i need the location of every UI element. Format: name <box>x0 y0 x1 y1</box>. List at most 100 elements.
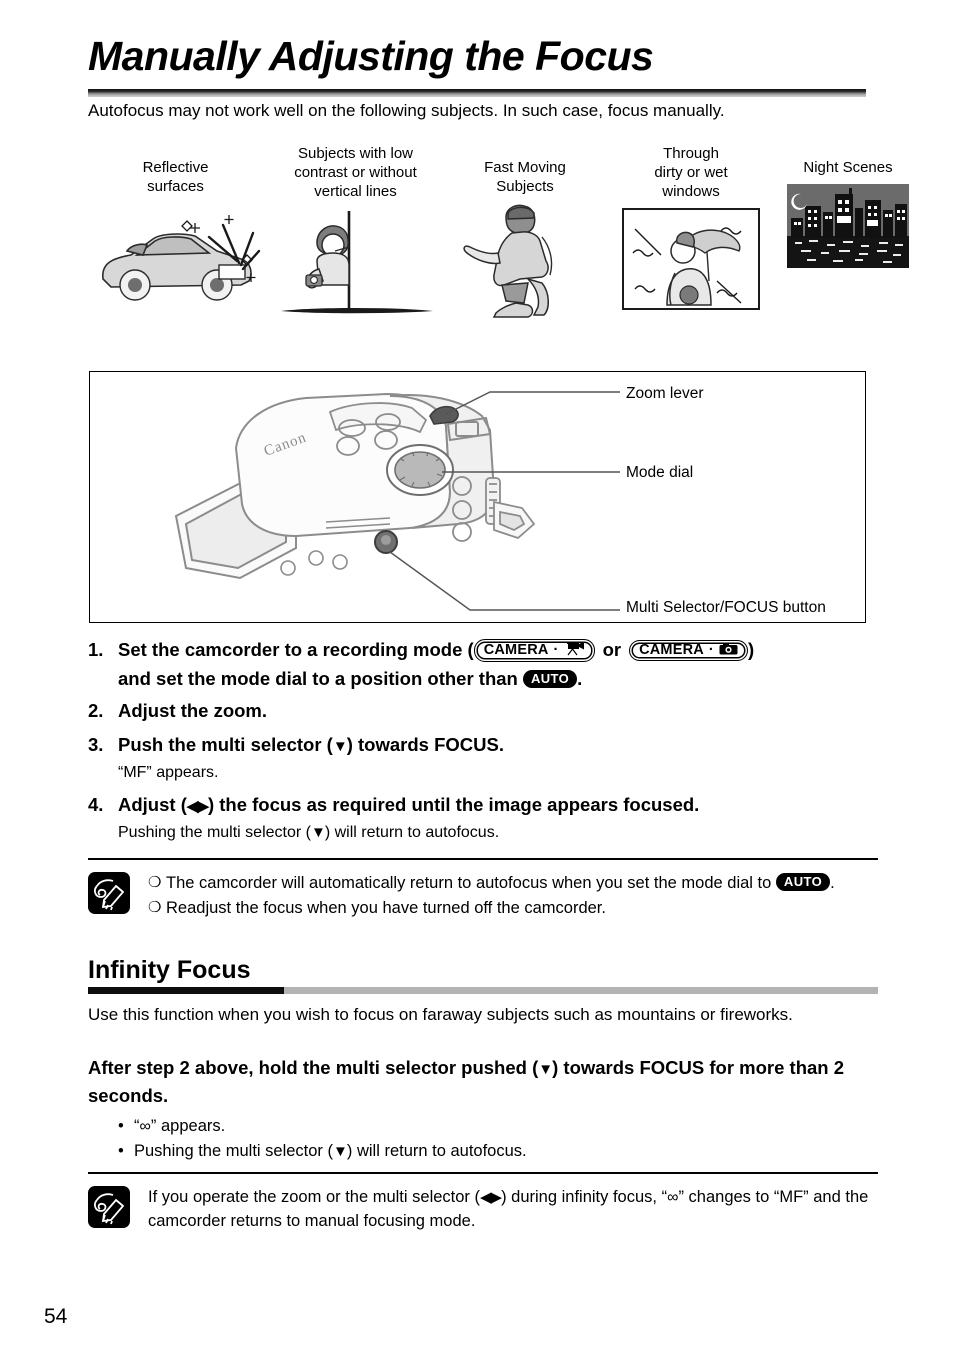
bullet-text: Pushing the multi selector (▼) will retu… <box>134 1139 527 1164</box>
step-or-text: or <box>602 639 622 660</box>
bullet-text: “∞” appears. <box>134 1114 225 1139</box>
down-arrow-icon: ▼ <box>310 823 326 841</box>
left-right-arrow-icon: ◀▶ <box>480 1188 502 1206</box>
substep-after: ) will return to autofocus. <box>324 823 500 841</box>
step-line2-before: and set the mode dial to a position othe… <box>118 667 518 689</box>
subject-example-item: Through dirty or wet windows <box>616 145 766 311</box>
intro-text: Autofocus may not work well on the follo… <box>88 101 725 120</box>
subject-caption: Night Scenes <box>803 159 893 176</box>
section-divider <box>88 986 878 994</box>
step-text: Push the multi selector (▼) towards FOCU… <box>118 731 888 760</box>
infinity-instruction: After step 2 above, hold the multi selec… <box>88 1054 858 1110</box>
note-text-mid: ) during infinity focus, “ <box>501 1187 668 1206</box>
section-title: Infinity Focus <box>88 956 251 984</box>
note-bullet: ❍ <box>148 898 162 916</box>
step-3: 3. Push the multi selector (▼) towards F… <box>88 731 888 784</box>
page-title: Manually Adjusting the Focus <box>88 33 654 79</box>
note-item-text: The camcorder will automatically return … <box>166 872 878 896</box>
step-4: 4. Adjust (◀▶) the focus as required unt… <box>88 791 888 844</box>
note-item: ❍ Readjust the focus when you have turne… <box>148 897 878 921</box>
page-number: 54 <box>44 1305 68 1328</box>
substep-before: Pushing the multi selector ( <box>118 823 311 841</box>
step-subtext: “MF” appears. <box>118 763 219 781</box>
note-box-top: ❍ The camcorder will automatically retur… <box>88 858 878 921</box>
left-right-arrow-icon: ◀▶ <box>186 797 209 815</box>
bullet-text-before: Pushing the multi selector ( <box>134 1141 334 1160</box>
step-2: 2. Adjust the zoom. <box>88 697 888 726</box>
person-behind-pole-illustration <box>273 207 438 319</box>
note-item: ❍ The camcorder will automatically retur… <box>148 872 878 896</box>
bullet-marker: • <box>118 1141 124 1160</box>
step-text-after: ) towards FOCUS. <box>346 734 504 756</box>
infinity-symbol: ∞ <box>667 1188 679 1206</box>
step-number: 3. <box>88 734 104 756</box>
night-city-skyline-illustration <box>778 183 918 268</box>
note-item-text: Readjust the focus when you have turned … <box>166 898 606 917</box>
badge-label: CAMERA <box>483 642 549 658</box>
subject-example-item: Night Scenes <box>778 159 918 268</box>
down-arrow-icon: ▼ <box>538 1061 553 1079</box>
note-text-before: If you operate the zoom or the multi sel… <box>148 1187 480 1206</box>
callout-multi-selector: Multi Selector/FOCUS button <box>626 599 826 616</box>
camera-still-mode-badge: CAMERA · <box>629 639 748 662</box>
callout-mode-dial: Mode dial <box>626 464 694 481</box>
still-camera-icon <box>719 642 738 660</box>
umbrella-through-window-illustration <box>616 207 766 311</box>
bullet-item: • Pushing the multi selector (▼) will re… <box>118 1139 878 1164</box>
step-text-after: ) the focus as required until the image … <box>207 793 700 815</box>
camera-movie-mode-badge: CAMERA · <box>473 638 595 663</box>
note-text-after: . <box>830 873 835 892</box>
step-text-before: Push the multi selector ( <box>118 734 333 756</box>
infinity-focus-section: Infinity Focus Use this function when yo… <box>88 956 878 1164</box>
manual-page: Manually Adjusting the Focus Autofocus m… <box>0 0 954 1357</box>
note-box-bottom: If you operate the zoom or the multi sel… <box>88 1172 878 1233</box>
callout-zoom-lever: Zoom lever <box>626 385 704 402</box>
procedure-steps: 1. Set the camcorder to a recording mode… <box>88 636 888 846</box>
bullet-text-after: ” appears. <box>150 1116 226 1135</box>
note-bullet: ❍ <box>148 873 162 891</box>
step-line2-after: . <box>577 667 583 689</box>
subject-example-item: Reflective surfaces <box>88 159 263 313</box>
movie-camera-icon <box>564 641 585 661</box>
camcorder-diagram: Canon Zoom lever Mode dial Multi Selecto… <box>89 371 866 623</box>
step-number: 1. <box>88 639 104 660</box>
subject-example-item: Subjects with low contrast or without vert… <box>273 145 438 319</box>
section-divider-dark <box>88 986 284 994</box>
step-1: 1. Set the camcorder to a recording mode… <box>88 636 888 693</box>
subject-caption: Subjects with low contrast or without vert… <box>294 145 417 200</box>
instruction-before: After step 2 above, hold the multi selec… <box>88 1057 539 1079</box>
car-sparkle-illustration <box>88 203 263 313</box>
subject-caption: Reflective surfaces <box>142 159 209 195</box>
bullet-text-after: ) will return to autofocus. <box>346 1141 527 1160</box>
step-subtext: Pushing the multi selector (▼) will retu… <box>118 821 888 844</box>
page-header: Manually Adjusting the Focus <box>88 36 866 97</box>
step-text-before: Set the camcorder to a recording mode ( <box>118 639 474 660</box>
section-divider-light <box>284 986 878 994</box>
section-body-text: Use this function when you wish to focus… <box>88 1004 793 1024</box>
step-number: 4. <box>88 793 104 815</box>
memo-pencil-icon <box>88 871 130 914</box>
note-content: ❍ The camcorder will automatically retur… <box>148 872 878 922</box>
infinity-bullets: • “∞” appears. • Pushing the multi selec… <box>118 1114 878 1164</box>
badge-dot: · <box>553 642 559 658</box>
subject-example-item: Fast Moving Subjects <box>450 159 600 321</box>
step-text: Adjust the zoom. <box>118 700 268 722</box>
note-content: If you operate the zoom or the multi sel… <box>148 1186 878 1234</box>
bullet-item: • “∞” appears. <box>118 1114 878 1139</box>
badge-dot: · <box>708 642 714 658</box>
badge-label: CAMERA <box>639 642 704 658</box>
bullet-marker: • <box>118 1116 124 1135</box>
down-arrow-icon: ▼ <box>333 1142 348 1160</box>
step-number: 2. <box>88 700 104 722</box>
subject-caption: Fast Moving Subjects <box>484 159 566 195</box>
memo-pencil-icon <box>88 1185 130 1228</box>
step-text-before: Adjust ( <box>118 793 187 815</box>
infinity-symbol: ∞ <box>139 1117 151 1135</box>
down-arrow-icon: ▼ <box>332 738 348 756</box>
subject-examples: Reflective surfaces Subjects with low co… <box>88 145 909 355</box>
note-text-before: The camcorder will automatically return … <box>166 873 772 892</box>
title-divider <box>88 89 866 97</box>
auto-mode-badge: AUTO <box>775 872 831 891</box>
subject-caption: Through dirty or wet windows <box>654 145 728 200</box>
step-text: Set the camcorder to a recording mode (C… <box>118 636 888 665</box>
